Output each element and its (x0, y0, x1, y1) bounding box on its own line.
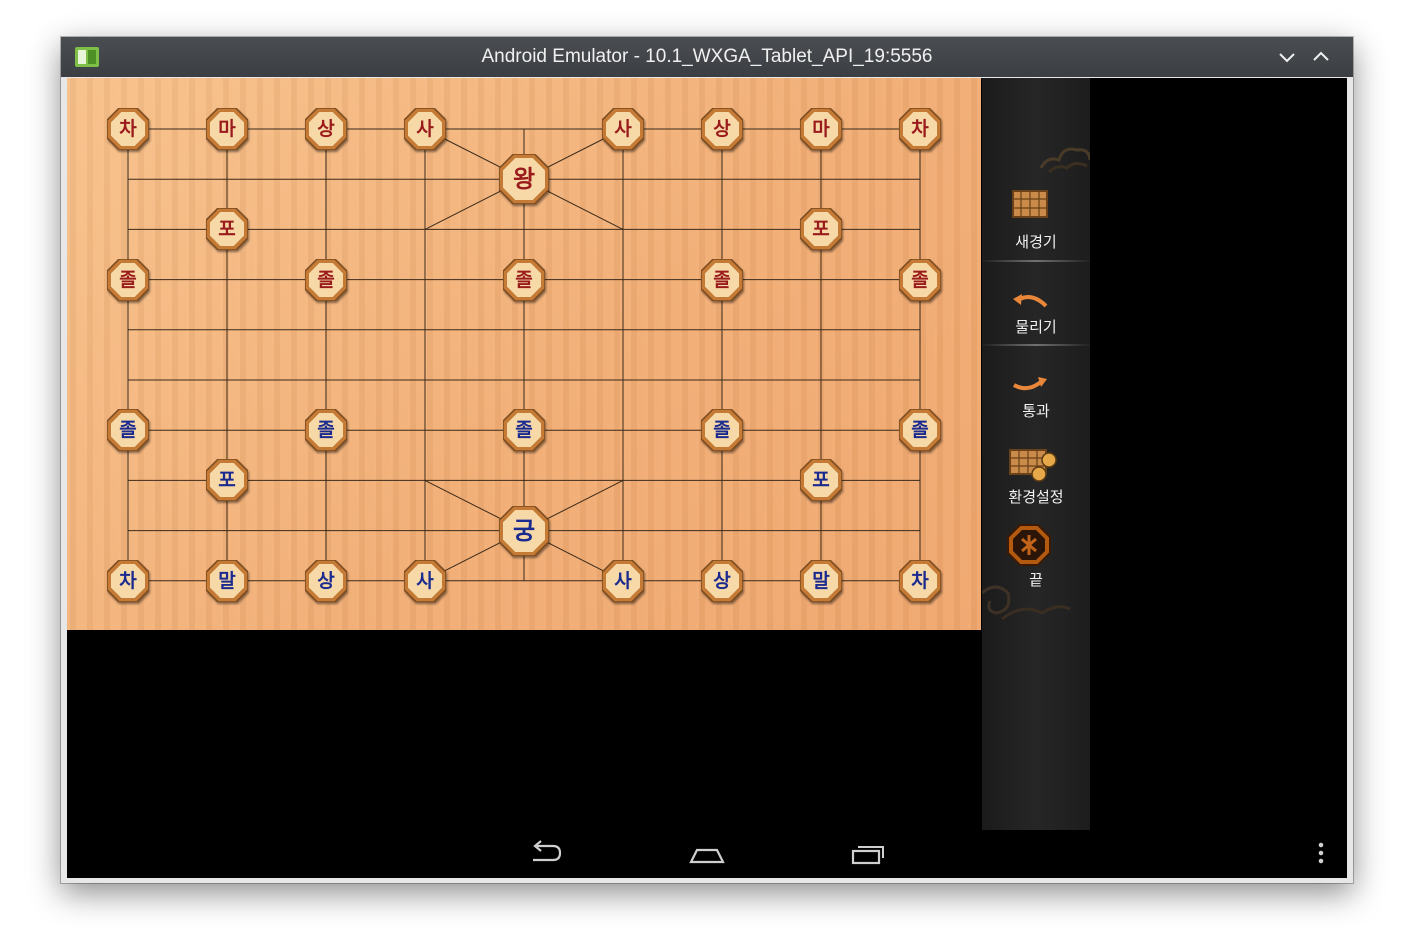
piece-label: 사 (614, 569, 632, 592)
maximize-chevron-icon[interactable] (1309, 45, 1333, 69)
overflow-menu-icon[interactable] (1315, 840, 1327, 866)
blue-piece-차[interactable]: 차 (107, 559, 149, 602)
exit-button[interactable]: 끝 (982, 523, 1090, 593)
red-piece-상[interactable]: 상 (305, 108, 347, 150)
new-game-button[interactable]: 새경기 (982, 186, 1090, 256)
blue-piece-사[interactable]: 사 (404, 559, 446, 602)
piece-label: 사 (614, 118, 632, 140)
window-title: Android Emulator - 10.1_WXGA_Tablet_API_… (481, 46, 933, 67)
blue-piece-차[interactable]: 차 (899, 559, 941, 602)
exit-label: 끝 (1029, 571, 1043, 589)
piece-label: 마 (218, 118, 236, 140)
piece-label: 차 (911, 569, 929, 592)
red-piece-마[interactable]: 마 (206, 108, 248, 150)
settings-label: 환경설정 (1008, 488, 1064, 506)
undo-button[interactable]: 물리기 (982, 286, 1090, 344)
piece-label: 졸 (317, 419, 335, 442)
red-piece-졸[interactable]: 졸 (503, 258, 545, 301)
red-piece-졸[interactable]: 졸 (305, 258, 347, 301)
board-icon (1012, 190, 1048, 218)
android-nav-bar (67, 830, 1347, 878)
red-piece-차[interactable]: 차 (899, 108, 941, 150)
red-piece-포[interactable]: 포 (206, 208, 248, 251)
pass-label: 통과 (1022, 402, 1050, 420)
blue-piece-포[interactable]: 포 (800, 459, 842, 502)
blue-piece-졸[interactable]: 졸 (107, 409, 149, 452)
blue-piece-졸[interactable]: 졸 (305, 409, 347, 452)
piece-label: 상 (713, 569, 731, 592)
red-piece-졸[interactable]: 졸 (899, 258, 941, 301)
piece-label: 차 (119, 118, 137, 140)
piece-label: 졸 (911, 268, 929, 291)
red-piece-사[interactable]: 사 (602, 108, 644, 150)
blue-piece-상[interactable]: 상 (305, 559, 347, 602)
piece-label: 졸 (317, 268, 335, 291)
piece-label: 차 (119, 569, 137, 592)
menu-divider (982, 260, 1090, 262)
undo-arrow-icon (1013, 294, 1048, 308)
piece-label: 졸 (515, 268, 533, 291)
piece-label: 포 (218, 469, 236, 492)
minimize-chevron-icon[interactable] (1275, 45, 1299, 69)
red-piece-상[interactable]: 상 (701, 108, 743, 150)
red-piece-졸[interactable]: 졸 (107, 258, 149, 301)
piece-label: 사 (416, 118, 434, 140)
emulator-screen: 차마상사왕사상마차포포졸졸졸졸졸졸졸졸졸졸포포궁차말상사사상말차 새경기 물리기… (67, 78, 1347, 878)
blue-piece-궁[interactable]: 궁 (499, 505, 549, 556)
recents-icon[interactable] (851, 840, 887, 866)
piece-label: 졸 (515, 419, 533, 442)
emulator-window: Android Emulator - 10.1_WXGA_Tablet_API_… (61, 37, 1353, 883)
janggi-board[interactable]: 차마상사왕사상마차포포졸졸졸졸졸졸졸졸졸졸포포궁차말상사사상말차 (67, 78, 981, 630)
piece-label: 왕 (512, 165, 536, 194)
red-piece-사[interactable]: 사 (404, 108, 446, 150)
blue-piece-졸[interactable]: 졸 (701, 409, 743, 452)
red-piece-마[interactable]: 마 (800, 108, 842, 150)
piece-label: 상 (317, 118, 335, 140)
blue-piece-상[interactable]: 상 (701, 559, 743, 602)
red-piece-왕[interactable]: 왕 (499, 154, 549, 205)
piece-label: 졸 (713, 268, 731, 291)
back-icon[interactable] (527, 840, 563, 866)
piece-label: 차 (911, 118, 929, 140)
blue-piece-말[interactable]: 말 (206, 559, 248, 602)
blue-piece-사[interactable]: 사 (602, 559, 644, 602)
piece-label: 상 (317, 569, 335, 592)
settings-button[interactable]: 환경설정 (982, 448, 1090, 506)
blue-piece-포[interactable]: 포 (206, 459, 248, 502)
piece-label: 졸 (119, 419, 137, 442)
game-menu-sidebar: 새경기 물리기 통과 환경설정 끝 (982, 78, 1090, 830)
settings-board-icon (1009, 449, 1057, 482)
piece-label: 말 (218, 569, 236, 592)
pass-button[interactable]: 통과 (982, 373, 1090, 425)
exit-piece-icon (1007, 524, 1051, 566)
piece-label: 말 (812, 569, 830, 592)
home-icon[interactable] (689, 840, 725, 866)
piece-label: 상 (713, 118, 731, 140)
piece-label: 포 (812, 218, 830, 241)
red-piece-포[interactable]: 포 (800, 208, 842, 251)
piece-label: 마 (812, 118, 830, 140)
piece-label: 포 (812, 469, 830, 492)
red-piece-졸[interactable]: 졸 (701, 258, 743, 301)
piece-label: 궁 (512, 516, 536, 545)
piece-label: 졸 (911, 419, 929, 442)
piece-label: 졸 (119, 268, 137, 291)
pass-arrow-icon (1013, 377, 1047, 391)
cloud-ornament-icon (1039, 147, 1090, 174)
undo-label: 물리기 (1015, 318, 1057, 336)
blue-piece-졸[interactable]: 졸 (503, 409, 545, 452)
red-piece-차[interactable]: 차 (107, 108, 149, 150)
piece-label: 사 (416, 569, 434, 592)
new-game-label: 새경기 (1015, 233, 1057, 251)
piece-label: 포 (218, 218, 236, 241)
blue-piece-졸[interactable]: 졸 (899, 409, 941, 452)
menu-divider (982, 344, 1090, 346)
title-bar[interactable]: Android Emulator - 10.1_WXGA_Tablet_API_… (61, 37, 1353, 77)
piece-label: 졸 (713, 419, 731, 442)
blue-piece-말[interactable]: 말 (800, 559, 842, 602)
